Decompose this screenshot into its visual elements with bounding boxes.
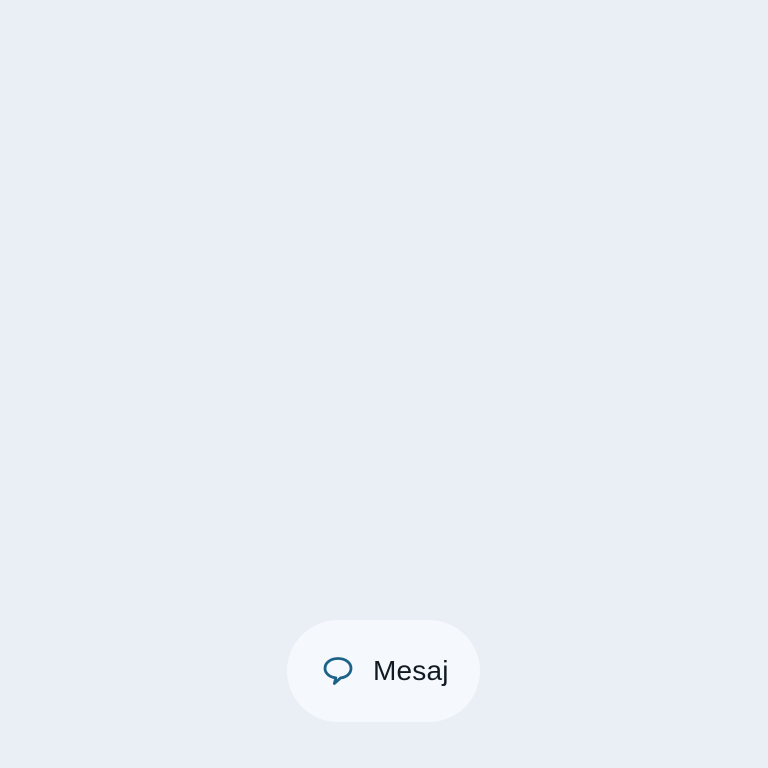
message-button-label: Mesaj <box>373 655 449 686</box>
screen: Mesaj <box>0 0 768 768</box>
message-button[interactable]: Mesaj <box>287 620 480 722</box>
speech-bubble-icon <box>321 654 355 688</box>
